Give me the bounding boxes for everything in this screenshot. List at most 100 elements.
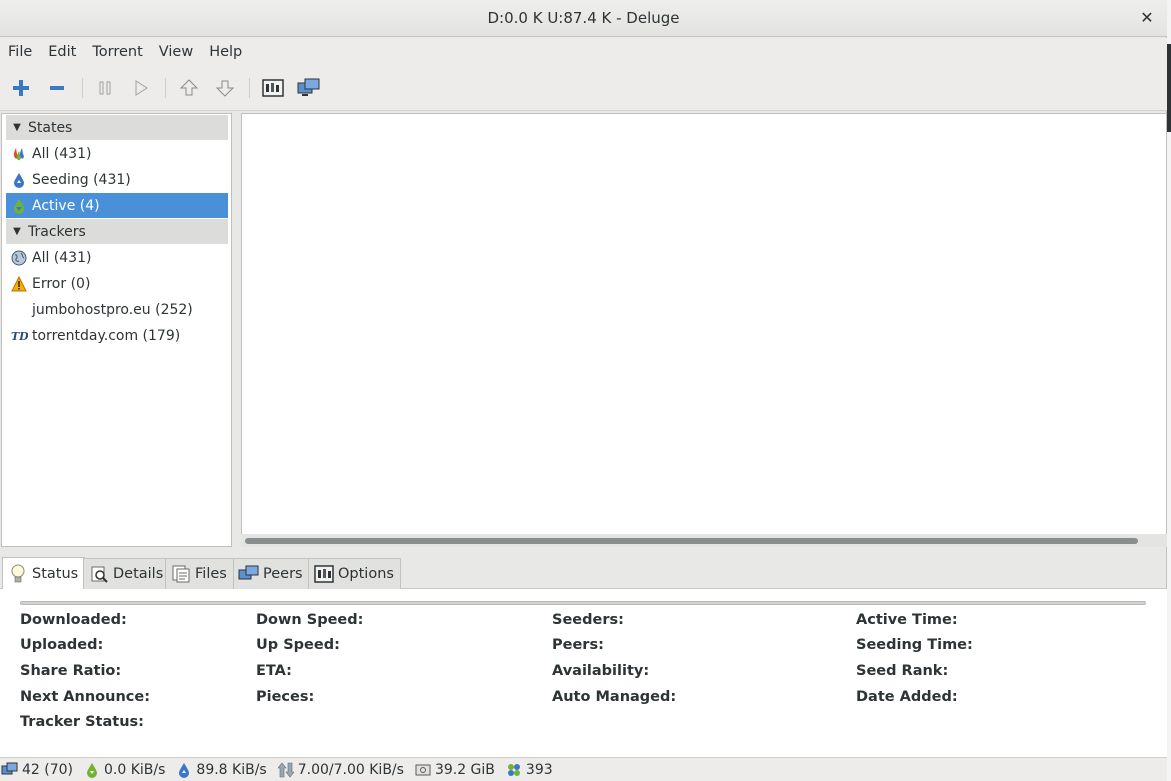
uploaded-label: Uploaded:: [20, 637, 104, 653]
details-tabs: Status Details Files Peers Options: [0, 557, 1167, 589]
tab-label: Status: [32, 565, 79, 582]
protocol-traffic-status[interactable]: 7.00/7.00 KiB/s: [277, 761, 404, 779]
connections-value: 42 (70): [22, 761, 74, 778]
all-states-icon: [6, 144, 32, 164]
filter-label: Error (0): [32, 275, 91, 292]
background-window-edge: [1167, 0, 1171, 781]
add-torrent-button[interactable]: [8, 75, 34, 101]
auto-managed-label: Auto Managed:: [552, 689, 677, 705]
torrent-list[interactable]: [241, 113, 1167, 547]
filter-label: torrentday.com (179): [32, 327, 181, 344]
peers-icon: [238, 564, 260, 584]
scrollbar-thumb[interactable]: [245, 538, 1138, 544]
filter-sidebar: ▼ States All (431) Seeding (431) Active …: [1, 113, 232, 547]
download-speed-value: 0.0 KiB/s: [104, 761, 166, 778]
upload-speed-value: 89.8 KiB/s: [196, 761, 267, 778]
pause-icon: [99, 81, 111, 95]
downloaded-label: Downloaded:: [20, 612, 127, 628]
tracker-status-label: Tracker Status:: [20, 714, 144, 730]
filter-tracker-torrentday[interactable]: TD torrentday.com (179): [6, 323, 228, 348]
close-icon[interactable]: ✕: [1137, 8, 1157, 28]
preferences-icon: [262, 79, 284, 97]
menu-help[interactable]: Help: [201, 44, 250, 60]
queue-down-icon: [215, 80, 235, 97]
down-speed-label: Down Speed:: [256, 612, 364, 628]
tab-details[interactable]: Details: [83, 558, 171, 589]
tab-peers[interactable]: Peers: [233, 558, 310, 589]
upload-speed-icon: [175, 761, 193, 779]
tab-label: Peers: [263, 566, 303, 582]
filter-state-seeding[interactable]: Seeding (431): [6, 167, 228, 192]
connections-status[interactable]: 42 (70): [1, 761, 73, 779]
remove-torrent-button[interactable]: [44, 75, 70, 101]
expander-arrow-icon: ▼: [13, 122, 21, 133]
add-torrent-icon: [13, 80, 29, 96]
resume-button[interactable]: [128, 75, 154, 101]
status-tab-panel: Downloaded: Uploaded: Share Ratio: Next …: [0, 589, 1167, 757]
filter-tracker-all[interactable]: All (431): [6, 245, 228, 270]
svg-text:TD: TD: [11, 330, 28, 343]
filter-label: Active (4): [32, 197, 100, 214]
menu-view[interactable]: View: [151, 44, 201, 60]
harddisk-icon: [414, 761, 432, 779]
share-ratio-label: Share Ratio:: [20, 663, 122, 679]
filter-state-active[interactable]: Active (4): [6, 193, 228, 218]
globe-icon: [6, 248, 32, 268]
pieces-label: Pieces:: [256, 689, 315, 705]
traffic-arrows-icon: [277, 761, 295, 779]
active-icon: [6, 196, 32, 216]
pause-button[interactable]: [92, 75, 118, 101]
horizontal-scrollbar[interactable]: [241, 534, 1167, 547]
eta-label: ETA:: [256, 663, 292, 679]
details-icon: [88, 564, 110, 584]
states-header[interactable]: ▼ States: [6, 115, 228, 140]
deluge-window: D:0.0 K U:87.4 K - Deluge ✕ File Edit To…: [0, 0, 1167, 781]
download-speed-status[interactable]: 0.0 KiB/s: [83, 761, 165, 779]
status-bar: 42 (70) 0.0 KiB/s 89.8 KiB/s 7.00/7.00 K…: [0, 757, 1167, 781]
filter-label: jumbohostpro.eu (252): [32, 301, 193, 318]
availability-label: Availability:: [552, 663, 650, 679]
toolbar-separator: [249, 78, 250, 98]
upload-speed-status[interactable]: 89.8 KiB/s: [175, 761, 267, 779]
queue-up-button[interactable]: [176, 75, 202, 101]
filter-tracker-error[interactable]: Error (0): [6, 271, 228, 296]
filter-tracker-jumbohostpro[interactable]: jumbohostpro.eu (252): [6, 297, 228, 322]
menu-bar: File Edit Torrent View Help: [0, 38, 1167, 65]
next-announce-label: Next Announce:: [20, 689, 151, 705]
tab-label: Files: [195, 566, 227, 582]
dht-nodes-status[interactable]: 393: [505, 761, 553, 779]
tab-label: Details: [113, 566, 164, 582]
toolbar-separator: [165, 78, 166, 98]
files-icon: [170, 564, 192, 584]
dht-nodes-value: 393: [525, 761, 553, 778]
remove-torrent-icon: [50, 86, 64, 90]
tab-files[interactable]: Files: [165, 558, 234, 589]
free-space-value: 39.2 GiB: [434, 761, 495, 778]
states-header-label: States: [28, 119, 73, 136]
connection-manager-button[interactable]: [296, 75, 322, 101]
title-bar[interactable]: D:0.0 K U:87.4 K - Deluge ✕: [0, 0, 1167, 37]
seed-rank-label: Seed Rank:: [856, 663, 949, 679]
queue-down-button[interactable]: [212, 75, 238, 101]
window-title: D:0.0 K U:87.4 K - Deluge: [487, 9, 680, 27]
trackers-header[interactable]: ▼ Trackers: [6, 219, 228, 244]
menu-edit[interactable]: Edit: [40, 44, 84, 60]
menu-file[interactable]: File: [0, 44, 40, 60]
tab-options[interactable]: Options: [308, 558, 401, 589]
connection-manager-icon: [297, 78, 320, 96]
tab-label: Options: [338, 566, 394, 582]
preferences-button[interactable]: [260, 75, 286, 101]
free-space-status[interactable]: 39.2 GiB: [414, 761, 495, 779]
peers-label: Peers:: [552, 637, 604, 653]
toolbar: [0, 65, 1167, 111]
torrentday-icon: TD: [6, 326, 32, 346]
resume-icon: [135, 80, 148, 96]
seeding-time-label: Seeding Time:: [856, 637, 973, 653]
menu-torrent[interactable]: Torrent: [84, 44, 150, 60]
trackers-header-label: Trackers: [28, 223, 86, 240]
tab-status[interactable]: Status: [2, 557, 86, 589]
filter-label: Seeding (431): [32, 171, 131, 188]
filter-state-all[interactable]: All (431): [6, 141, 228, 166]
dht-icon: [505, 761, 523, 779]
progress-bar: [20, 601, 1146, 605]
